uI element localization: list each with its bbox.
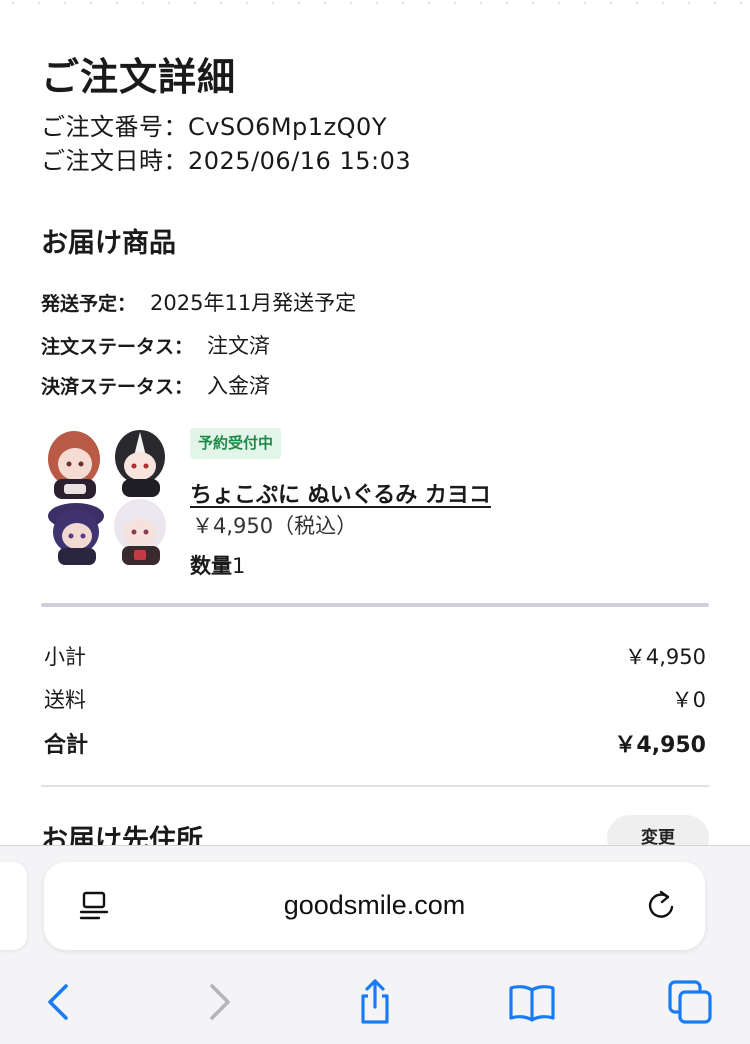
forward-button[interactable]	[192, 974, 248, 1030]
product-price: ￥4,950（税込）	[192, 514, 358, 538]
payment-status-row: 決済ステータス： 入金済	[41, 370, 270, 400]
bookmarks-icon	[509, 985, 555, 1022]
shipping-label: 送料	[44, 688, 86, 712]
preorder-badge: 予約受付中	[190, 428, 282, 459]
page-title: ご注文詳細	[41, 55, 237, 99]
order-detail-page: ご注文詳細 ご注文番号：CvSO6Mp1zQ0Y ご注文日時：2025/06/1…	[0, 0, 750, 845]
shipping-address-heading: お届け先住所	[41, 825, 203, 845]
summary-divider	[41, 785, 709, 787]
payment-status-value: 入金済	[207, 374, 271, 398]
total-value: ￥4,950	[614, 733, 706, 758]
shipping-row: 送料 ￥0	[44, 684, 706, 714]
delivery-items-heading: お届け商品	[41, 228, 176, 259]
previous-tab-edge[interactable]	[0, 862, 27, 950]
subtotal-row: 小計 ￥4,950	[44, 641, 706, 671]
browser-chrome: goodsmile.com	[0, 845, 750, 1044]
section-divider	[41, 603, 709, 607]
back-button[interactable]	[30, 974, 86, 1030]
order-status-row: 注文ステータス： 注文済	[41, 330, 270, 360]
quantity-value: 1	[232, 554, 246, 578]
subtotal-value: ￥4,950	[624, 645, 706, 669]
order-status-value: 注文済	[207, 334, 271, 358]
order-number: ご注文番号：CvSO6Mp1zQ0Y	[41, 113, 387, 141]
bookmarks-button[interactable]	[504, 974, 560, 1030]
total-row: 合計 ￥4,950	[44, 727, 706, 759]
order-date: ご注文日時：2025/06/16 15:03	[41, 147, 412, 175]
product-image[interactable]	[44, 424, 172, 569]
shipping-value: ￥0	[671, 688, 706, 712]
ship-schedule-row: 発送予定： 2025年11月発送予定	[41, 287, 356, 317]
ship-schedule-value: 2025年11月発送予定	[150, 291, 357, 315]
subtotal-label: 小計	[44, 645, 86, 669]
address-bar[interactable]: goodsmile.com	[44, 862, 705, 950]
tabs-button[interactable]	[662, 974, 718, 1030]
payment-status-label: 決済ステータス：	[41, 376, 194, 398]
ship-schedule-label: 発送予定：	[41, 293, 137, 315]
share-icon	[361, 979, 389, 1024]
share-button[interactable]	[347, 974, 403, 1030]
order-status-label: 注文ステータス：	[41, 336, 194, 358]
total-label: 合計	[44, 733, 89, 758]
tabs-icon	[668, 980, 712, 1024]
reload-icon[interactable]	[644, 888, 678, 924]
back-icon	[48, 984, 68, 1020]
change-address-button[interactable]: 変更	[607, 815, 709, 845]
top-dotted-border	[0, 0, 750, 6]
forward-icon	[210, 984, 230, 1020]
product-name-link[interactable]: ちょこぷに ぬいぐるみ カヨコ	[190, 477, 491, 509]
url-text[interactable]: goodsmile.com	[44, 890, 705, 921]
quantity-label: 数量	[190, 554, 232, 578]
product-quantity: 数量1	[190, 550, 245, 580]
